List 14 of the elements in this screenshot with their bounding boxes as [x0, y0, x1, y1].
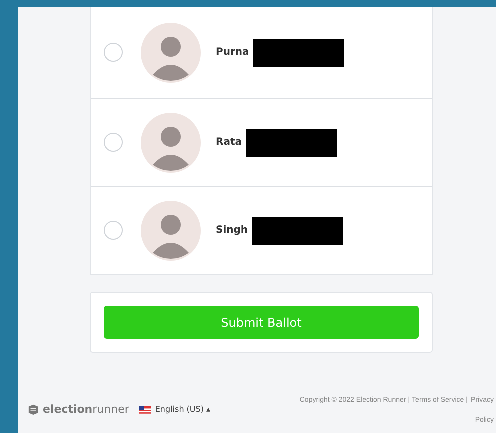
radio-button[interactable] [104, 43, 123, 62]
radio-button[interactable] [104, 133, 123, 152]
radio-button[interactable] [104, 221, 123, 240]
candidate-name: Purna [216, 47, 250, 58]
avatar-icon [141, 112, 201, 172]
candidate-name: Rata [216, 137, 242, 148]
flag-icon [139, 406, 152, 414]
avatar-icon [141, 200, 201, 260]
candidate-name: Singh [216, 225, 248, 236]
avatar-icon [141, 22, 201, 82]
logo-text: electionrunner [43, 403, 130, 416]
ballot-box-icon [28, 404, 39, 415]
language-selector[interactable]: English (US) ▴ [155, 405, 211, 414]
submit-ballot-button[interactable]: Submit Ballot [104, 306, 419, 339]
